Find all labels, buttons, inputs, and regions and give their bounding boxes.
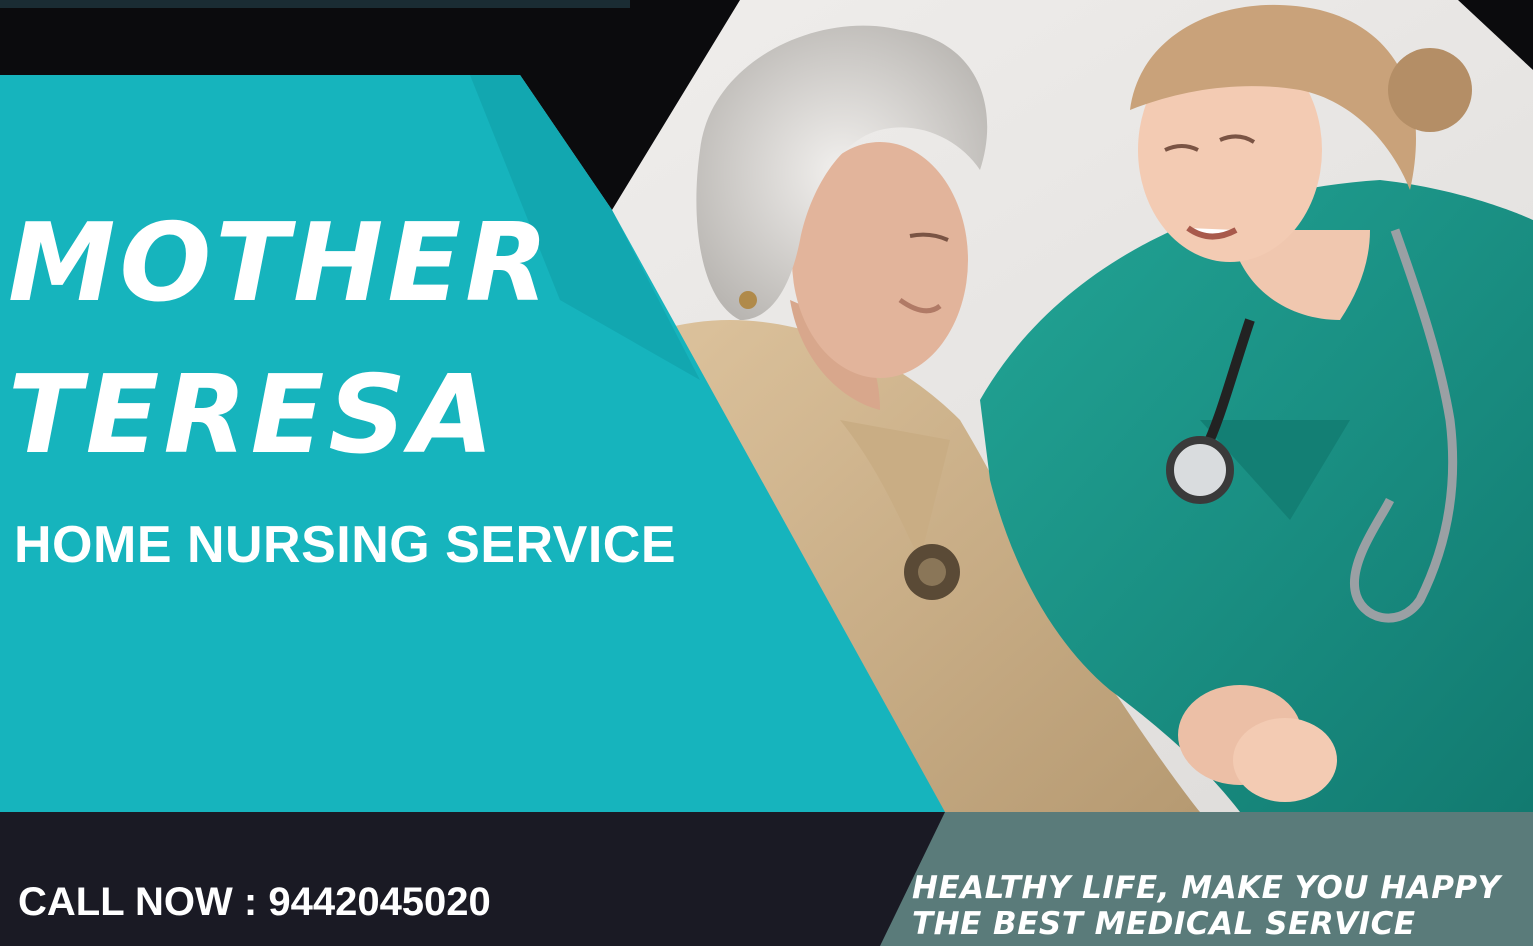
tagline-line-1: HEALTHY LIFE, MAKE YOU HAPPY — [912, 870, 1501, 906]
call-now-phone[interactable]: CALL NOW : 9442045020 — [18, 880, 491, 925]
tagline-line-2: THE BEST MEDICAL SERVICE — [912, 906, 1416, 942]
title-line-1: MOTHER — [8, 201, 553, 326]
banner: MOTHER TERESA HOME NURSING SERVICE CALL … — [0, 0, 1533, 946]
title-line-2: TERESA — [8, 353, 498, 478]
service-subtitle: HOME NURSING SERVICE — [14, 516, 677, 574]
